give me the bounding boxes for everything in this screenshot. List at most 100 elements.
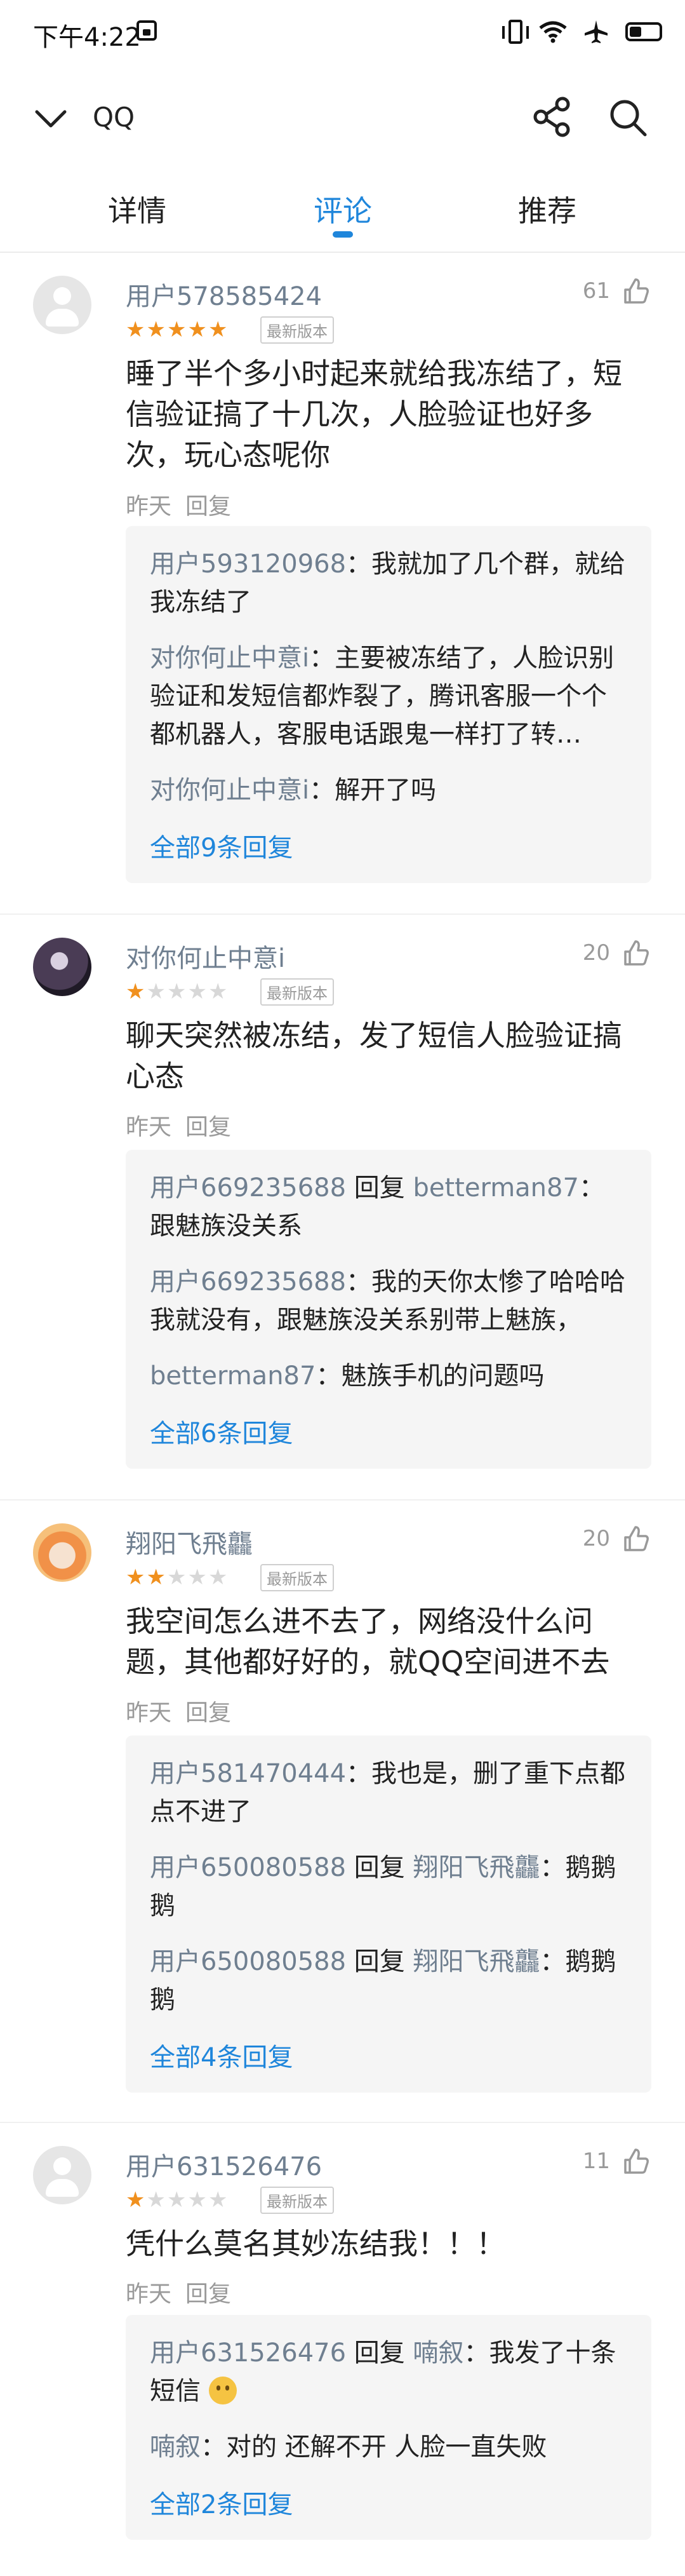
comment-time: 昨天 (126, 1700, 172, 1726)
all-replies-link[interactable]: 全部4条回复 (150, 2037, 627, 2074)
tab-bar: 详情 评论 推荐 (0, 164, 685, 253)
like-button[interactable]: 11 (583, 2147, 649, 2175)
search-icon[interactable] (606, 95, 649, 138)
rating-stars: ★ ★ ★ ★ ★ (126, 2189, 227, 2211)
reply-username[interactable]: betterman87 (150, 1361, 316, 1391)
avatar[interactable] (33, 1523, 91, 1582)
reply-text: 对的 还解不开 人脸一直失败 (226, 2432, 547, 2462)
vibrate-icon (502, 20, 529, 44)
comment-username[interactable]: 用户578585424 (126, 276, 322, 313)
rating-stars: ★ ★ ★ ★ ★ (126, 319, 227, 341)
avatar[interactable] (33, 938, 91, 996)
share-icon[interactable] (531, 95, 574, 138)
star-icon: ★ (187, 1565, 207, 1590)
thumbs-up-icon (624, 940, 649, 966)
notification-icon (136, 20, 157, 41)
star-icon: ★ (166, 317, 187, 342)
version-badge: 最新版本 (260, 978, 334, 1006)
like-button[interactable]: 61 (583, 277, 649, 305)
reply-item[interactable]: 用户669235688 回复 betterman87： 跟魅族没关系 (150, 1169, 627, 1245)
comment-text: 聊天突然被冻结，发了短信人脸验证搞心态 (126, 1018, 622, 1093)
reply-item[interactable]: betterman87：魅族手机的问题吗 (150, 1357, 627, 1395)
reply-username[interactable]: 用户669235688 (150, 1267, 346, 1297)
tab-details[interactable]: 详情 (74, 188, 201, 230)
like-button[interactable]: 20 (583, 1525, 649, 1553)
reply-username[interactable]: 用户581470444 (150, 1759, 346, 1788)
reply-username[interactable]: 用户593120968 (150, 550, 346, 579)
reply-colon: ： (346, 1759, 372, 1788)
reply-to-label: 回复 (346, 1947, 413, 1976)
comment-time: 昨天 (126, 494, 172, 520)
status-time: 下午4:22 (33, 23, 141, 52)
status-bar: 下午4:22 (0, 0, 685, 69)
star-icon: ★ (187, 979, 207, 1004)
reply-username[interactable]: 喃叙 (150, 2432, 201, 2462)
all-replies-link[interactable]: 全部6条回复 (150, 1413, 627, 1450)
reply-item[interactable]: 用户631526476 回复 喃叙：我发了十条短信 (150, 2334, 627, 2410)
reply-item[interactable]: 用户650080588 回复 翔阳飞飛龘：鹅鹅鹅 (150, 1943, 627, 2019)
comment-time: 昨天 (126, 1114, 172, 1140)
reply-colon: ： (309, 644, 335, 673)
reply-item[interactable]: 用户669235688：我的天你太惨了哈哈哈我就没有，跟魅族没关系别带上魅族， (150, 1263, 627, 1339)
reply-username[interactable]: 用户631526476 (150, 2338, 346, 2368)
reply-username[interactable]: 对你何止中意i (150, 776, 309, 805)
rating-stars: ★ ★ ★ ★ ★ (126, 1567, 227, 1588)
reply-item[interactable]: 用户581470444：我也是，删了重下点都点不进了 (150, 1755, 627, 1831)
reply-link[interactable]: 回复 (185, 1700, 231, 1726)
like-count: 61 (582, 278, 610, 304)
all-replies-link[interactable]: 全部9条回复 (150, 827, 627, 864)
star-icon: ★ (146, 2187, 166, 2213)
version-badge: 最新版本 (260, 316, 334, 344)
replies-box: 用户631526476 回复 喃叙：我发了十条短信 喃叙：对的 还解不开 人脸一… (126, 2315, 651, 2540)
star-icon: ★ (166, 1565, 187, 1590)
star-icon: ★ (208, 317, 228, 342)
reply-link[interactable]: 回复 (185, 1114, 231, 1140)
tab-recommend[interactable]: 推荐 (484, 188, 611, 230)
reply-username[interactable]: 用户650080588 (150, 1947, 346, 1976)
app-bar: QQ (0, 69, 685, 164)
reply-to-label: 回复 (346, 1853, 413, 1882)
star-icon: ★ (126, 1565, 145, 1590)
tab-comments[interactable]: 评论 (279, 188, 406, 230)
reply-item[interactable]: 用户650080588 回复 翔阳飞飛龘：鹅鹅鹅 (150, 1849, 627, 1925)
star-icon: ★ (208, 979, 228, 1004)
comment-username[interactable]: 翔阳飞飛龘 (126, 1523, 253, 1560)
reply-username[interactable]: 对你何止中意i (150, 644, 309, 673)
reply-target-username[interactable]: 翔阳飞飛龘 (413, 1947, 540, 1976)
thumbs-up-icon (624, 2148, 649, 2174)
star-icon: ★ (187, 317, 207, 342)
avatar[interactable] (33, 276, 91, 334)
reply-link[interactable]: 回复 (185, 494, 231, 520)
active-tab-indicator (333, 231, 353, 238)
all-replies-link[interactable]: 全部2条回复 (150, 2484, 627, 2521)
reply-colon: ： (540, 1853, 566, 1882)
reply-link[interactable]: 回复 (185, 2281, 231, 2307)
star-icon: ★ (126, 317, 145, 342)
chevron-down-icon[interactable] (33, 100, 69, 136)
reply-target-username[interactable]: 翔阳飞飛龘 (413, 1853, 540, 1882)
reply-item[interactable]: 对你何止中意i：解开了吗 (150, 771, 627, 809)
star-icon: ★ (146, 317, 166, 342)
comment-meta: 昨天 回复 (126, 1109, 245, 1142)
comment-text: 我空间怎么进不去了，网络没什么问题，其他都好好的，就QQ空间进不去 (126, 1604, 610, 1679)
replies-box: 用户581470444：我也是，删了重下点都点不进了 用户650080588 回… (126, 1736, 651, 2093)
comment-time: 昨天 (126, 2281, 172, 2307)
reply-target-username[interactable]: 喃叙 (413, 2338, 463, 2368)
reply-username[interactable]: 用户669235688 (150, 1173, 346, 1203)
reply-item[interactable]: 喃叙：对的 还解不开 人脸一直失败 (150, 2428, 627, 2466)
star-icon: ★ (208, 2187, 228, 2213)
reply-target-username[interactable]: betterman87 (413, 1173, 578, 1203)
slightly-smiling-emoji-icon (208, 2377, 237, 2404)
avatar[interactable] (33, 2146, 91, 2204)
reply-item[interactable]: 对你何止中意i：主要被冻结了，人脸识别验证和发短信都炸裂了，腾讯客服一个个都机器… (150, 639, 627, 753)
reply-item[interactable]: 用户593120968：我就加了几个群，就给我冻结了 (150, 545, 627, 621)
reply-username[interactable]: 用户650080588 (150, 1853, 346, 1882)
airplane-icon (585, 20, 608, 43)
reply-colon: ： (346, 550, 372, 579)
like-count: 20 (582, 940, 610, 966)
status-icons (502, 18, 662, 46)
like-button[interactable]: 20 (583, 939, 649, 967)
comment-username[interactable]: 用户631526476 (126, 2146, 322, 2183)
reply-colon: ： (346, 1267, 372, 1297)
comment-username[interactable]: 对你何止中意i (126, 938, 285, 974)
